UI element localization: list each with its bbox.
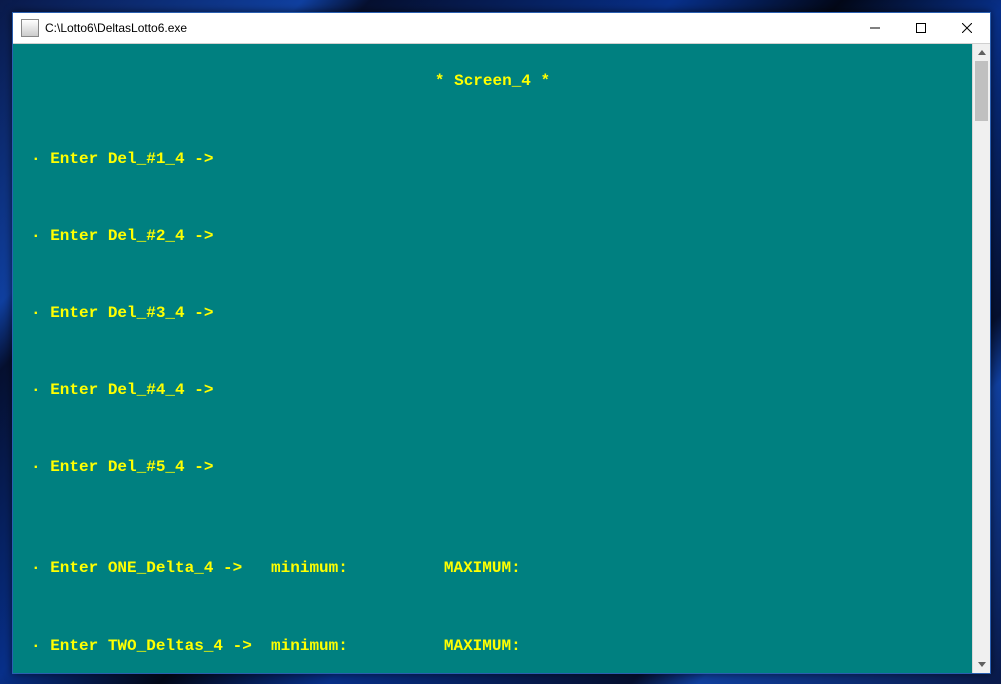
console-output[interactable]: * Screen_4 * · Enter Del_#1_4 -> · Enter… xyxy=(13,44,972,673)
close-button[interactable] xyxy=(944,13,990,43)
prompt-line: · Enter Del_#2_4 -> xyxy=(31,227,954,245)
scroll-up-arrow-icon[interactable] xyxy=(973,44,990,61)
scroll-down-arrow-icon[interactable] xyxy=(973,656,990,673)
console-window: C:\Lotto6\DeltasLotto6.exe * Screen_4 * … xyxy=(12,12,991,674)
prompt-line: · Enter Del_#5_4 -> xyxy=(31,458,954,476)
prompt-line: · Enter TWO_Deltas_4 -> minimum: MAXIMUM… xyxy=(31,637,954,655)
scroll-thumb[interactable] xyxy=(975,61,988,121)
maximize-button[interactable] xyxy=(898,13,944,43)
desktop-background: C:\Lotto6\DeltasLotto6.exe * Screen_4 * … xyxy=(0,0,1001,684)
window-controls xyxy=(852,13,990,43)
app-icon xyxy=(21,19,39,37)
prompt-line: · Enter ONE_Delta_4 -> minimum: MAXIMUM: xyxy=(31,559,954,577)
window-title: C:\Lotto6\DeltasLotto6.exe xyxy=(45,21,852,35)
vertical-scrollbar[interactable] xyxy=(972,44,990,673)
minimize-button[interactable] xyxy=(852,13,898,43)
prompt-line: · Enter Del_#4_4 -> xyxy=(31,381,954,399)
prompt-line: · Enter Del_#1_4 -> xyxy=(31,150,954,168)
prompt-line: · Enter Del_#3_4 -> xyxy=(31,304,954,322)
screen-header: * Screen_4 * xyxy=(31,72,954,90)
client-area: * Screen_4 * · Enter Del_#1_4 -> · Enter… xyxy=(13,44,990,673)
titlebar[interactable]: C:\Lotto6\DeltasLotto6.exe xyxy=(13,13,990,44)
